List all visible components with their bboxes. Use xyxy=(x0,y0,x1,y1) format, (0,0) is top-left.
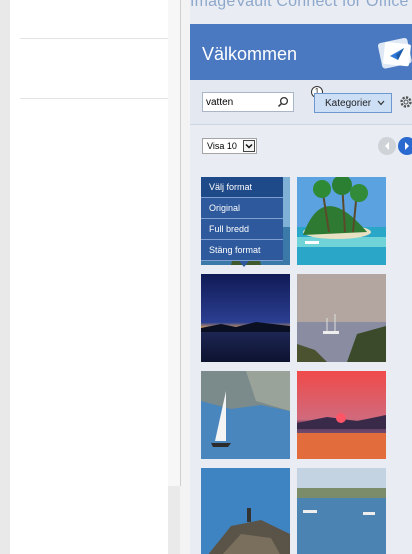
menu-item-close-format[interactable]: Stäng format xyxy=(201,240,283,261)
search-input[interactable] xyxy=(206,95,274,109)
page-size-label: Visa 10 xyxy=(207,141,237,151)
document-divider xyxy=(20,98,168,99)
image-thumbnail-palm-island[interactable] xyxy=(297,177,386,265)
document-page[interactable] xyxy=(10,0,169,554)
page-size-select[interactable]: Visa 10 xyxy=(202,138,257,154)
imagevault-task-pane: ImageVault Connect for Office Välkommen … xyxy=(190,0,412,554)
arrow-right-icon xyxy=(405,142,409,150)
menu-pointer xyxy=(239,261,249,267)
menu-item-choose-format[interactable]: Välj format xyxy=(201,177,283,198)
chevron-down-icon xyxy=(377,100,385,106)
welcome-title: Välkommen xyxy=(202,44,298,64)
document-scrollbar[interactable] xyxy=(168,0,181,486)
previous-page-button[interactable] xyxy=(378,137,396,155)
menu-item-original[interactable]: Original xyxy=(201,198,283,219)
image-thumbnail-heron-rock[interactable] xyxy=(201,468,290,554)
image-thumbnail-sunset-night[interactable] xyxy=(201,274,290,362)
pane-title: ImageVault Connect for Office xyxy=(190,0,409,10)
next-page-button[interactable] xyxy=(398,137,412,155)
search-box xyxy=(202,92,294,112)
arrow-left-icon xyxy=(385,142,389,150)
welcome-header: Välkommen xyxy=(190,24,412,80)
format-menu: Välj format Original Full bredd Stäng fo… xyxy=(201,177,283,267)
document-divider xyxy=(20,38,168,39)
category-label: Kategorier xyxy=(325,98,372,109)
document-scrollbar-track xyxy=(168,486,180,554)
image-thumbnail-harbor-evening[interactable] xyxy=(297,274,386,362)
logo-icon xyxy=(377,37,412,69)
category-dropdown[interactable]: Kategorier xyxy=(314,93,392,113)
image-thumbnail-coast-boats[interactable] xyxy=(297,468,386,554)
chevron-down-icon xyxy=(243,140,255,152)
gear-icon[interactable] xyxy=(399,95,412,109)
image-thumbnail-red-sunset[interactable] xyxy=(297,371,386,459)
search-icon[interactable] xyxy=(277,96,289,108)
menu-item-full-width[interactable]: Full bredd xyxy=(201,219,283,240)
document-margin xyxy=(0,0,10,554)
image-thumbnail-sailboat[interactable] xyxy=(201,371,290,459)
